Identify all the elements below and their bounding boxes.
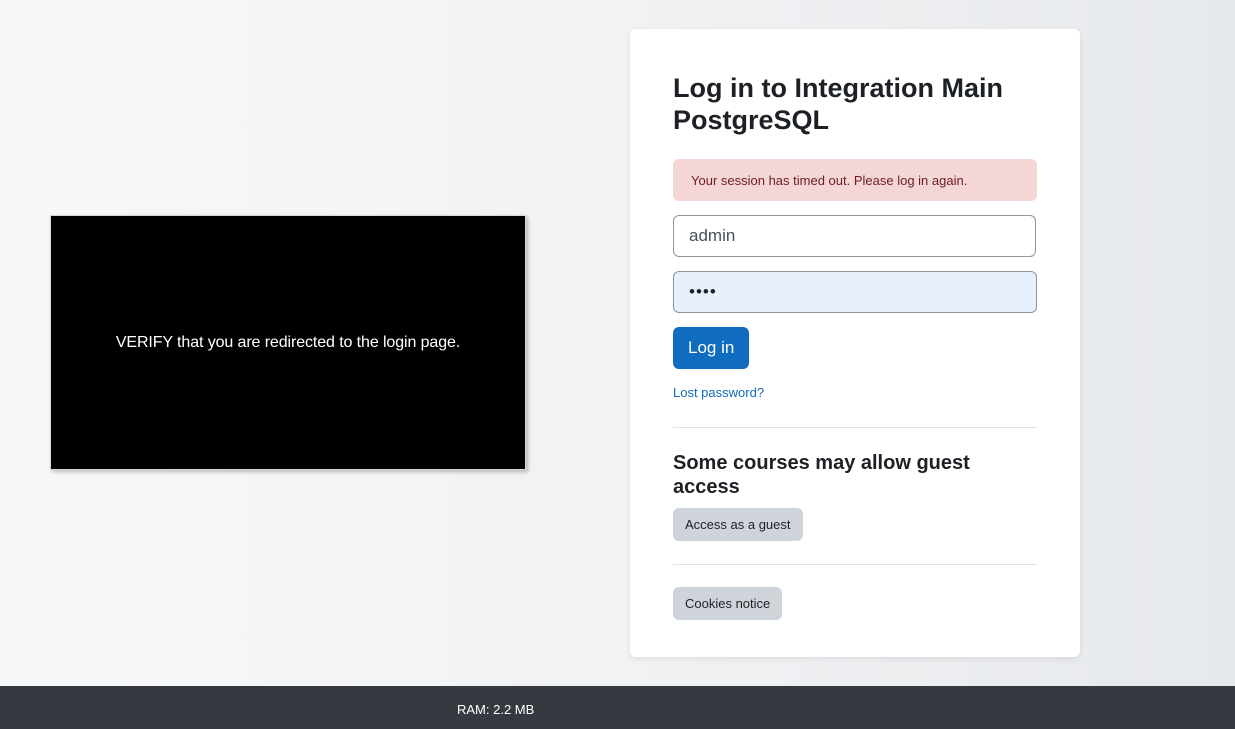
login-card: Log in to Integration Main PostgreSQL Yo… xyxy=(630,29,1080,657)
access-as-guest-button[interactable]: Access as a guest xyxy=(673,508,803,541)
lost-password-link[interactable]: Lost password? xyxy=(673,385,764,400)
instruction-text: VERIFY that you are redirected to the lo… xyxy=(115,333,461,351)
page-title: Log in to Integration Main PostgreSQL xyxy=(673,73,1003,135)
session-timeout-alert: Your session has timed out. Please log i… xyxy=(673,159,1037,201)
alert-message: Your session has timed out. Please log i… xyxy=(691,172,968,188)
guest-access-heading: Some courses may allow guest access xyxy=(673,452,970,498)
divider xyxy=(673,427,1037,428)
footer-bar: RAM: 2.2 MB xyxy=(0,686,1235,729)
ram-usage-text: RAM: 2.2 MB xyxy=(457,702,535,717)
username-field[interactable] xyxy=(673,215,1036,257)
divider xyxy=(673,564,1037,565)
test-instruction-overlay: VERIFY that you are redirected to the lo… xyxy=(50,215,526,470)
cookies-notice-button[interactable]: Cookies notice xyxy=(673,587,783,620)
login-button[interactable]: Log in xyxy=(673,327,750,369)
password-field[interactable] xyxy=(673,271,1037,313)
